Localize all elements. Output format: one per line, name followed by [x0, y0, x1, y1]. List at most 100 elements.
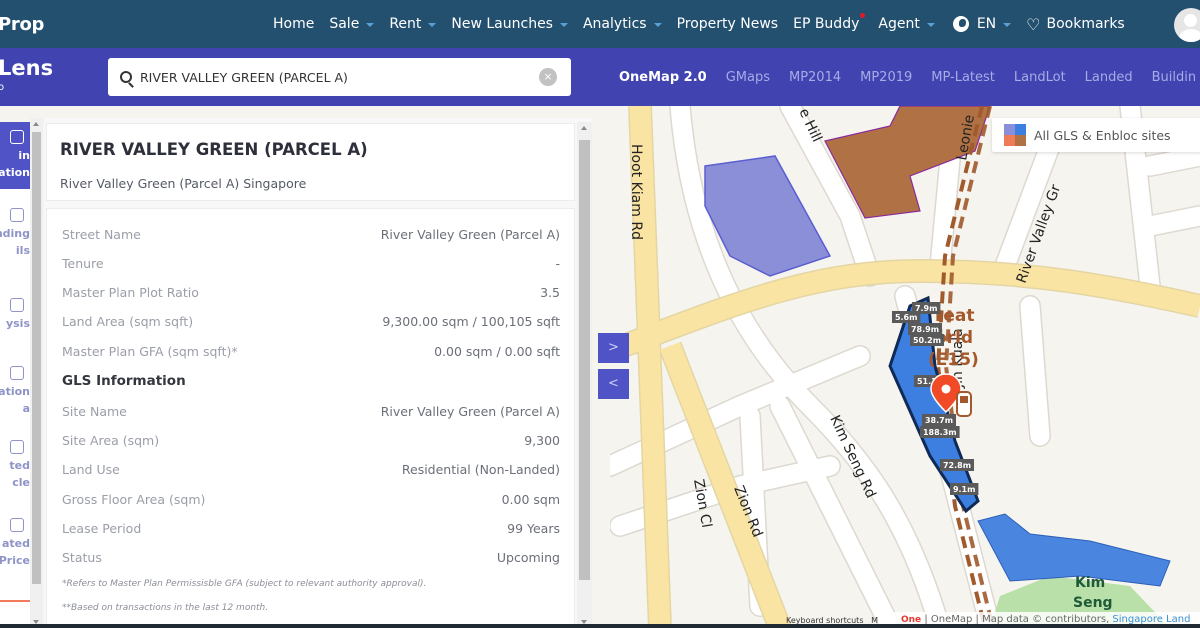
monitor-icon [10, 518, 24, 532]
legend-swatch [1004, 135, 1015, 146]
user-icon [10, 366, 24, 380]
heart-icon: ♡ [1026, 14, 1041, 34]
side-tab-2[interactable]: ysis [0, 294, 30, 336]
gls-value: 99 Years [507, 521, 560, 536]
detail-row: Master Plan Plot Ratio 3.5 [62, 285, 560, 305]
side-tab-label: in [18, 149, 30, 162]
tab-landlot[interactable]: LandLot [1014, 70, 1066, 85]
nav-bookmarks[interactable]: ♡ Bookmarks [1026, 15, 1125, 34]
nav-ep-buddy[interactable]: EP Buddy [793, 13, 866, 32]
chevron-down-icon [653, 23, 662, 27]
info-panel: RIVER VALLEY GREEN (PARCEL A) River Vall… [44, 118, 592, 628]
nav-sale[interactable]: Sale [329, 16, 375, 32]
site-title: RIVER VALLEY GREEN (PARCEL A) [60, 140, 368, 159]
gls-value: River Valley Green (Parcel A) [380, 404, 560, 419]
gls-row: Status Upcoming [62, 550, 560, 570]
site-header-card: RIVER VALLEY GREEN (PARCEL A) River Vall… [46, 123, 575, 201]
user-avatar[interactable] [1174, 8, 1200, 42]
tab-mp2019[interactable]: MP2019 [860, 70, 912, 85]
nav-analytics-label: Analytics [582, 16, 647, 32]
detail-value: 9,300.00 sqm / 100,105 sqft [382, 314, 560, 329]
panel-scrollbar[interactable] [577, 122, 592, 628]
measurement-label: 5.6m [895, 313, 918, 322]
measurement-label: 9.1m [953, 485, 976, 494]
map-view[interactable]: Hoot Kiam Rd e Hill Leonie River Valley … [610, 106, 1200, 628]
detail-value: 0.00 sqm / 0.00 sqft [434, 344, 560, 359]
tab-mp2014[interactable]: MP2014 [789, 70, 841, 85]
language-label: EN [976, 16, 997, 32]
side-tab-4[interactable]: ted cle [0, 436, 30, 495]
detail-row: Master Plan GFA (sqm sqft)* 0.00 sqm / 0.… [62, 344, 560, 364]
nav-rent[interactable]: Rent [389, 16, 437, 32]
detail-key: Master Plan Plot Ratio [62, 285, 199, 300]
search-bar: × [108, 58, 571, 96]
detail-key: Street Name [62, 227, 141, 242]
nav-agent[interactable]: Agent [878, 16, 935, 32]
tab-landed[interactable]: Landed [1085, 70, 1133, 85]
park-label-1: Kim [1075, 575, 1105, 591]
side-tab-5[interactable]: ated Price [0, 514, 30, 573]
site-address: River Valley Green (Parcel A) Singapore [60, 176, 307, 191]
nav-rent-label: Rent [389, 16, 422, 32]
brand-logo[interactable]: Prop [0, 14, 44, 35]
expand-panel-button[interactable]: > [598, 333, 629, 363]
chevron-down-icon [1003, 23, 1012, 27]
gls-key: Lease Period [62, 521, 142, 536]
site-details: Street Name River Valley Green (Parcel A)… [46, 208, 575, 628]
gls-parcel-blue[interactable] [977, 513, 1171, 587]
nav-property-news-label: Property News [676, 16, 779, 32]
gls-key: Status [62, 550, 102, 565]
gls-row: Site Name River Valley Green (Parcel A) [62, 404, 560, 424]
scroll-up-icon[interactable] [33, 122, 39, 126]
side-tab-3[interactable]: ation a [0, 362, 30, 421]
app-subtitle: o [0, 82, 5, 93]
gls-key: Site Name [62, 404, 127, 419]
gls-value: 9,300 [524, 433, 560, 448]
language-selector[interactable]: EN [952, 16, 1012, 32]
search-icon [10, 298, 24, 312]
gls-section-heading: GLS Information [62, 373, 186, 389]
measurement-label: 78.9m [911, 325, 939, 334]
measurement-label: 50.2m [913, 336, 941, 345]
detail-key: Tenure [62, 256, 104, 271]
nav-sale-label: Sale [329, 16, 360, 32]
side-tab-label: ted [9, 459, 30, 472]
nav-new-launches[interactable]: New Launches [451, 16, 568, 32]
side-tab-0[interactable]: in ation [0, 122, 30, 189]
gls-key: Site Area (sqm) [62, 433, 160, 448]
nav-new-launches-label: New Launches [451, 16, 553, 32]
tab-onemap[interactable]: OneMap 2.0 [619, 70, 707, 85]
tab-gmaps[interactable]: GMaps [726, 70, 770, 85]
detail-value: River Valley Green (Parcel A) [380, 227, 560, 242]
gls-value: Residential (Non-Landed) [401, 462, 560, 477]
gls-toggle-label: All GLS & Enbloc sites [1034, 127, 1171, 143]
tab-mp-latest[interactable]: MP-Latest [931, 70, 995, 85]
map-canvas[interactable]: Hoot Kiam Rd e Hill Leonie River Valley … [610, 106, 1200, 628]
side-tab-1[interactable]: nding ils [0, 204, 30, 263]
detail-value: - [555, 256, 560, 271]
chevron-down-icon [366, 23, 375, 27]
detail-key: Master Plan GFA (sqm sqft)* [62, 344, 238, 359]
nav-home[interactable]: Home [273, 16, 314, 32]
scroll-up-icon[interactable] [581, 126, 587, 130]
measurement-label: 188.3m [923, 428, 957, 437]
park-label-2: Seng [1073, 595, 1113, 611]
nav-agent-label: Agent [878, 16, 920, 32]
side-scrollbar[interactable] [30, 118, 43, 628]
collapse-panel-button[interactable]: < [598, 369, 629, 399]
nav-ep-buddy-label: EP Buddy [793, 16, 860, 32]
scrollbar-thumb[interactable] [579, 140, 590, 580]
nav-menu: Home Sale Rent New Launches Analytics Pr… [273, 0, 1140, 48]
nav-analytics[interactable]: Analytics [583, 16, 662, 32]
side-tab-label: ils [15, 244, 30, 257]
clear-search-icon[interactable]: × [539, 68, 557, 86]
tab-building[interactable]: Buildin [1152, 70, 1196, 85]
gls-row: Land Use Residential (Non-Landed) [62, 462, 560, 482]
gls-enbloc-toggle[interactable]: All GLS & Enbloc sites [992, 118, 1200, 152]
gls-row: Gross Floor Area (sqm) 0.00 sqm [62, 492, 560, 512]
nav-property-news[interactable]: Property News [677, 16, 779, 32]
footnote-transactions: **Based on transactions in the last 12 m… [62, 603, 269, 613]
scrollbar-thumb[interactable] [32, 132, 41, 584]
gls-row: Lease Period 99 Years [62, 521, 560, 541]
search-input[interactable] [140, 69, 520, 85]
